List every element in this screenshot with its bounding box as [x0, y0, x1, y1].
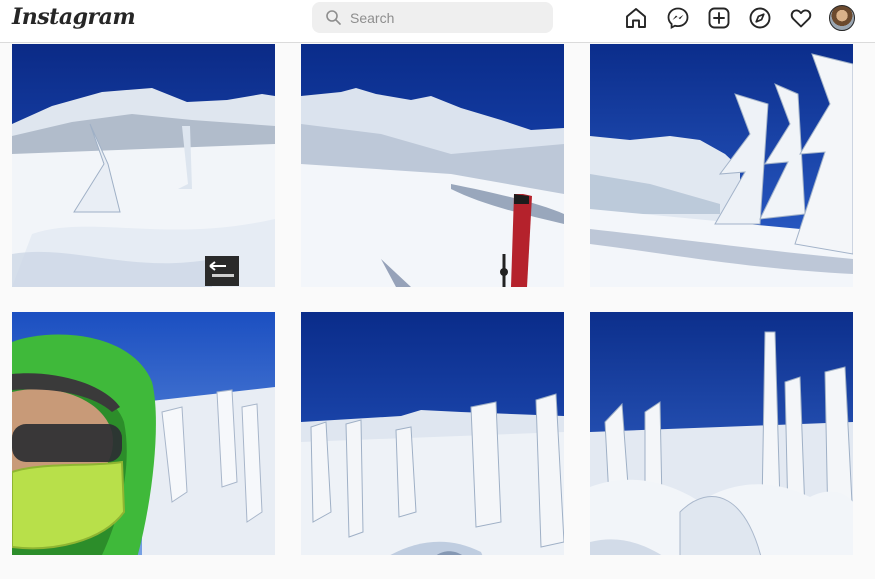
home-icon[interactable]: [624, 6, 648, 30]
profile-avatar[interactable]: [829, 5, 855, 31]
photo-frosted-trees-ridge: [590, 44, 853, 287]
new-post-icon[interactable]: [707, 6, 731, 30]
messenger-icon[interactable]: [666, 6, 690, 30]
instagram-logo[interactable]: Instagram: [12, 4, 136, 30]
photo-snowy-mountain-trail-sign: [12, 44, 275, 287]
post-thumbnail-red-ski[interactable]: [301, 44, 564, 287]
top-navigation-bar: Instagram: [0, 0, 875, 43]
search-input[interactable]: [350, 2, 540, 33]
activity-heart-icon[interactable]: [789, 6, 813, 30]
search-box[interactable]: [312, 2, 553, 33]
photo-snow-monster-trees: [301, 312, 564, 555]
search-icon: [326, 10, 341, 25]
photo-selfie-green-hood: [12, 312, 275, 555]
photo-snow-slope-red-ski: [301, 44, 564, 287]
post-thumbnail-rime-forest[interactable]: [590, 312, 853, 555]
explore-icon[interactable]: [748, 6, 772, 30]
photo-rime-covered-forest: [590, 312, 853, 555]
post-thumbnail-mountain-sign[interactable]: [12, 44, 275, 287]
post-thumbnail-selfie[interactable]: [12, 312, 275, 555]
post-thumbnail-snow-monsters[interactable]: [301, 312, 564, 555]
post-thumbnail-frosted-trees[interactable]: [590, 44, 853, 287]
